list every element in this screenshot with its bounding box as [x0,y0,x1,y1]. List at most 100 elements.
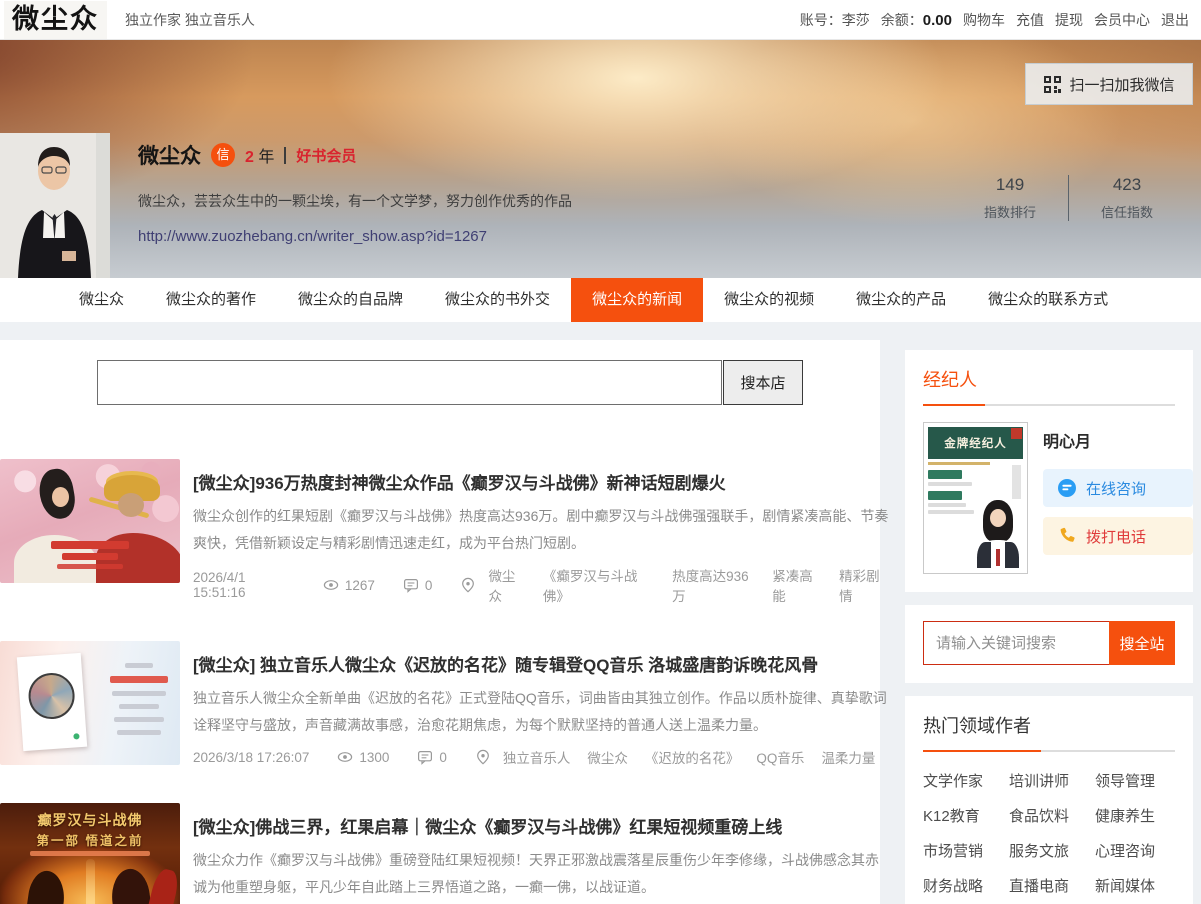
red-seal [1011,428,1022,439]
hot-tag[interactable]: 健康养生 [1095,805,1175,826]
site-logo[interactable]: 微尘众 [4,1,107,39]
account-label: 账号：李莎 [800,10,870,30]
profile-nav: 微尘众 微尘众的著作 微尘众的自品牌 微尘众的书外交 微尘众的新闻 微尘众的视频… [0,278,1201,322]
site-search-card: 搜全站 [905,605,1193,683]
article-title[interactable]: [微尘众] 独立音乐人微尘众《迟放的名花》随专辑登QQ音乐 洛城盛唐韵诉晚花风骨 [193,651,889,676]
writer-name-row: 微尘众 信 2 年 好书会员 [138,140,572,170]
stat-trust-index: 423 信任指数 [1081,175,1173,221]
tab-home[interactable]: 微尘众 [58,278,145,322]
article-thumbnail-album[interactable] [0,641,180,765]
article-summary: 独立音乐人微尘众全新单曲《迟放的名花》正式登陆QQ音乐，词曲皆由其独立创作。作品… [193,685,889,738]
phone-icon [1057,526,1077,546]
scan-wechat-label: 扫一扫加我微信 [1069,74,1174,95]
site-search-button[interactable]: 搜全站 [1109,621,1175,665]
article-title[interactable]: [微尘众]佛战三界，红果启幕｜微尘众《癫罗汉与斗战佛》红果短视频重磅上线 [193,813,889,838]
link-member-center[interactable]: 会员中心 [1094,10,1150,30]
link-withdraw[interactable]: 提现 [1055,10,1083,30]
shop-search-button[interactable]: 搜本店 [723,360,803,405]
tag-pin-icon [475,749,491,765]
hot-tag[interactable]: 新闻媒体 [1095,875,1175,896]
online-consult-button[interactable]: 在线咨询 [1043,469,1193,507]
hot-tag[interactable]: 直播电商 [1009,875,1089,896]
comment-count: 0 [403,577,433,593]
hot-tag[interactable]: 文学作家 [923,770,1003,791]
article-title[interactable]: [微尘众]936万热度封神微尘众作品《癫罗汉与斗战佛》新神话短剧爆火 [193,469,889,494]
hot-tag[interactable]: 心理咨询 [1095,840,1175,861]
topbar: 微尘众 独立作家 独立音乐人 账号：李莎 余额：0.00 购物车 充值 提现 会… [0,0,1201,40]
article-thumbnail-drama[interactable] [0,459,180,583]
tag[interactable]: 温柔力量 [821,747,875,767]
tag-pin-icon [460,577,476,593]
tag[interactable]: 紧凑高能 [772,565,822,605]
writer-profile-page: 微尘众 独立作家 独立音乐人 账号：李莎 余额：0.00 购物车 充值 提现 会… [0,0,1201,904]
agent-poster-header: 金牌经纪人 [928,427,1023,459]
writer-info: 微尘众 信 2 年 好书会员 微尘众，芸芸众生中的一颗尘埃，有一个文学梦，努力创… [138,140,572,245]
comment-icon [417,749,433,765]
comment-icon [403,577,419,593]
agent-portrait [975,500,1021,568]
article-thumbnail-poster[interactable]: 癫罗汉与斗战佛 第一部 悟道之前 [0,803,180,904]
tab-contact[interactable]: 微尘众的联系方式 [967,278,1129,322]
scan-wechat-button[interactable]: 扫一扫加我微信 [1025,63,1193,105]
writer-bio: 微尘众，芸芸众生中的一颗尘埃，有一个文学梦，努力创作优秀的作品 [138,191,572,211]
writer-stats: 149 指数排行 423 信任指数 [964,175,1173,221]
tag[interactable]: QQ音乐 [756,747,804,767]
tags-group [475,749,491,765]
divider [923,750,1175,752]
news-item: 癫罗汉与斗战佛 第一部 悟道之前 [微尘众]佛战三界，红果启幕｜微尘众《癫罗汉与… [0,803,880,904]
tab-news[interactable]: 微尘众的新闻 [571,278,703,322]
profile-banner: 扫一扫加我微信 微尘众 信 2 年 好书会员 微尘众，芸芸众生中的一颗尘埃，有一… [0,40,1201,278]
tag[interactable]: 独立音乐人 [503,747,571,767]
link-logout[interactable]: 退出 [1161,10,1189,30]
call-phone-button[interactable]: 拨打电话 [1043,517,1193,555]
sidebar: 经纪人 金牌经纪人 [905,350,1193,904]
divider [1068,175,1069,221]
hot-tag[interactable]: 市场营销 [923,840,1003,861]
tags-group [460,577,476,593]
account-name: 李莎 [842,12,870,28]
article-meta: 2026/3/18 17:26:07 1300 0 [193,747,889,767]
link-cart[interactable]: 购物车 [963,10,1005,30]
tab-videos[interactable]: 微尘众的视频 [703,278,835,322]
tag[interactable]: 微尘众 [488,565,525,605]
site-search-input[interactable] [923,621,1109,665]
member-level: 好书会员 [296,145,356,166]
content: 搜本店 [微尘众]936万热度封神微尘众作品《癫罗汉与斗战佛》新神话短剧爆火 微… [0,322,1201,904]
hot-tag[interactable]: 领导管理 [1095,770,1175,791]
balance-value: 0.00 [923,12,952,29]
writer-homepage-url[interactable]: http://www.zuozhebang.cn/writer_show.asp… [138,228,572,245]
tab-book-diplomacy[interactable]: 微尘众的书外交 [424,278,571,322]
stat-index-rank: 149 指数排行 [964,175,1056,221]
tab-brand[interactable]: 微尘众的自品牌 [277,278,424,322]
tab-works[interactable]: 微尘众的著作 [145,278,277,322]
shop-search-input[interactable] [97,360,722,405]
hot-tag[interactable]: 食品饮料 [1009,805,1089,826]
link-recharge[interactable]: 充值 [1016,10,1044,30]
article-meta: 2026/4/1 15:51:16 1267 0 [193,565,889,605]
article-summary: 微尘众创作的红果短剧《癫罗汉与斗战佛》热度高达936万。剧中癫罗汉与斗战佛强强联… [193,503,889,556]
hot-tag[interactable]: 财务战略 [923,875,1003,896]
chat-icon [1057,478,1077,498]
agent-card-title: 经纪人 [923,366,1175,392]
hot-tag[interactable]: K12教育 [923,805,1003,826]
hot-tag[interactable]: 培训讲师 [1009,770,1089,791]
agent-name: 明心月 [1043,428,1193,452]
tag[interactable]: 热度高达936万 [672,565,755,605]
eye-icon [323,577,339,593]
shop-search: 搜本店 [97,360,880,405]
view-count: 1300 [337,749,389,765]
site-tagline: 独立作家 独立音乐人 [125,10,255,30]
writer-name: 微尘众 [138,140,201,170]
article-summary: 微尘众力作《癫罗汉与斗战佛》重磅登陆红果短视频！天界正邪激战震落星辰重伤少年李修… [193,847,889,900]
balance: 余额：0.00 [881,10,952,30]
tag[interactable]: 《迟放的名花》 [645,747,740,767]
article-tags: 独立音乐人 微尘众 《迟放的名花》 QQ音乐 温柔力量 [503,747,876,767]
tab-products[interactable]: 微尘众的产品 [835,278,967,322]
tag[interactable]: 精彩剧情 [839,565,889,605]
tag[interactable]: 微尘众 [587,747,628,767]
agent-poster[interactable]: 金牌经纪人 [923,422,1028,574]
hot-tag[interactable]: 服务文旅 [1009,840,1089,861]
poster-subtitle-text: 第一部 悟道之前 [0,830,180,849]
tag[interactable]: 《癫罗汉与斗战佛》 [543,565,655,605]
article-date: 2026/3/18 17:26:07 [193,750,309,765]
